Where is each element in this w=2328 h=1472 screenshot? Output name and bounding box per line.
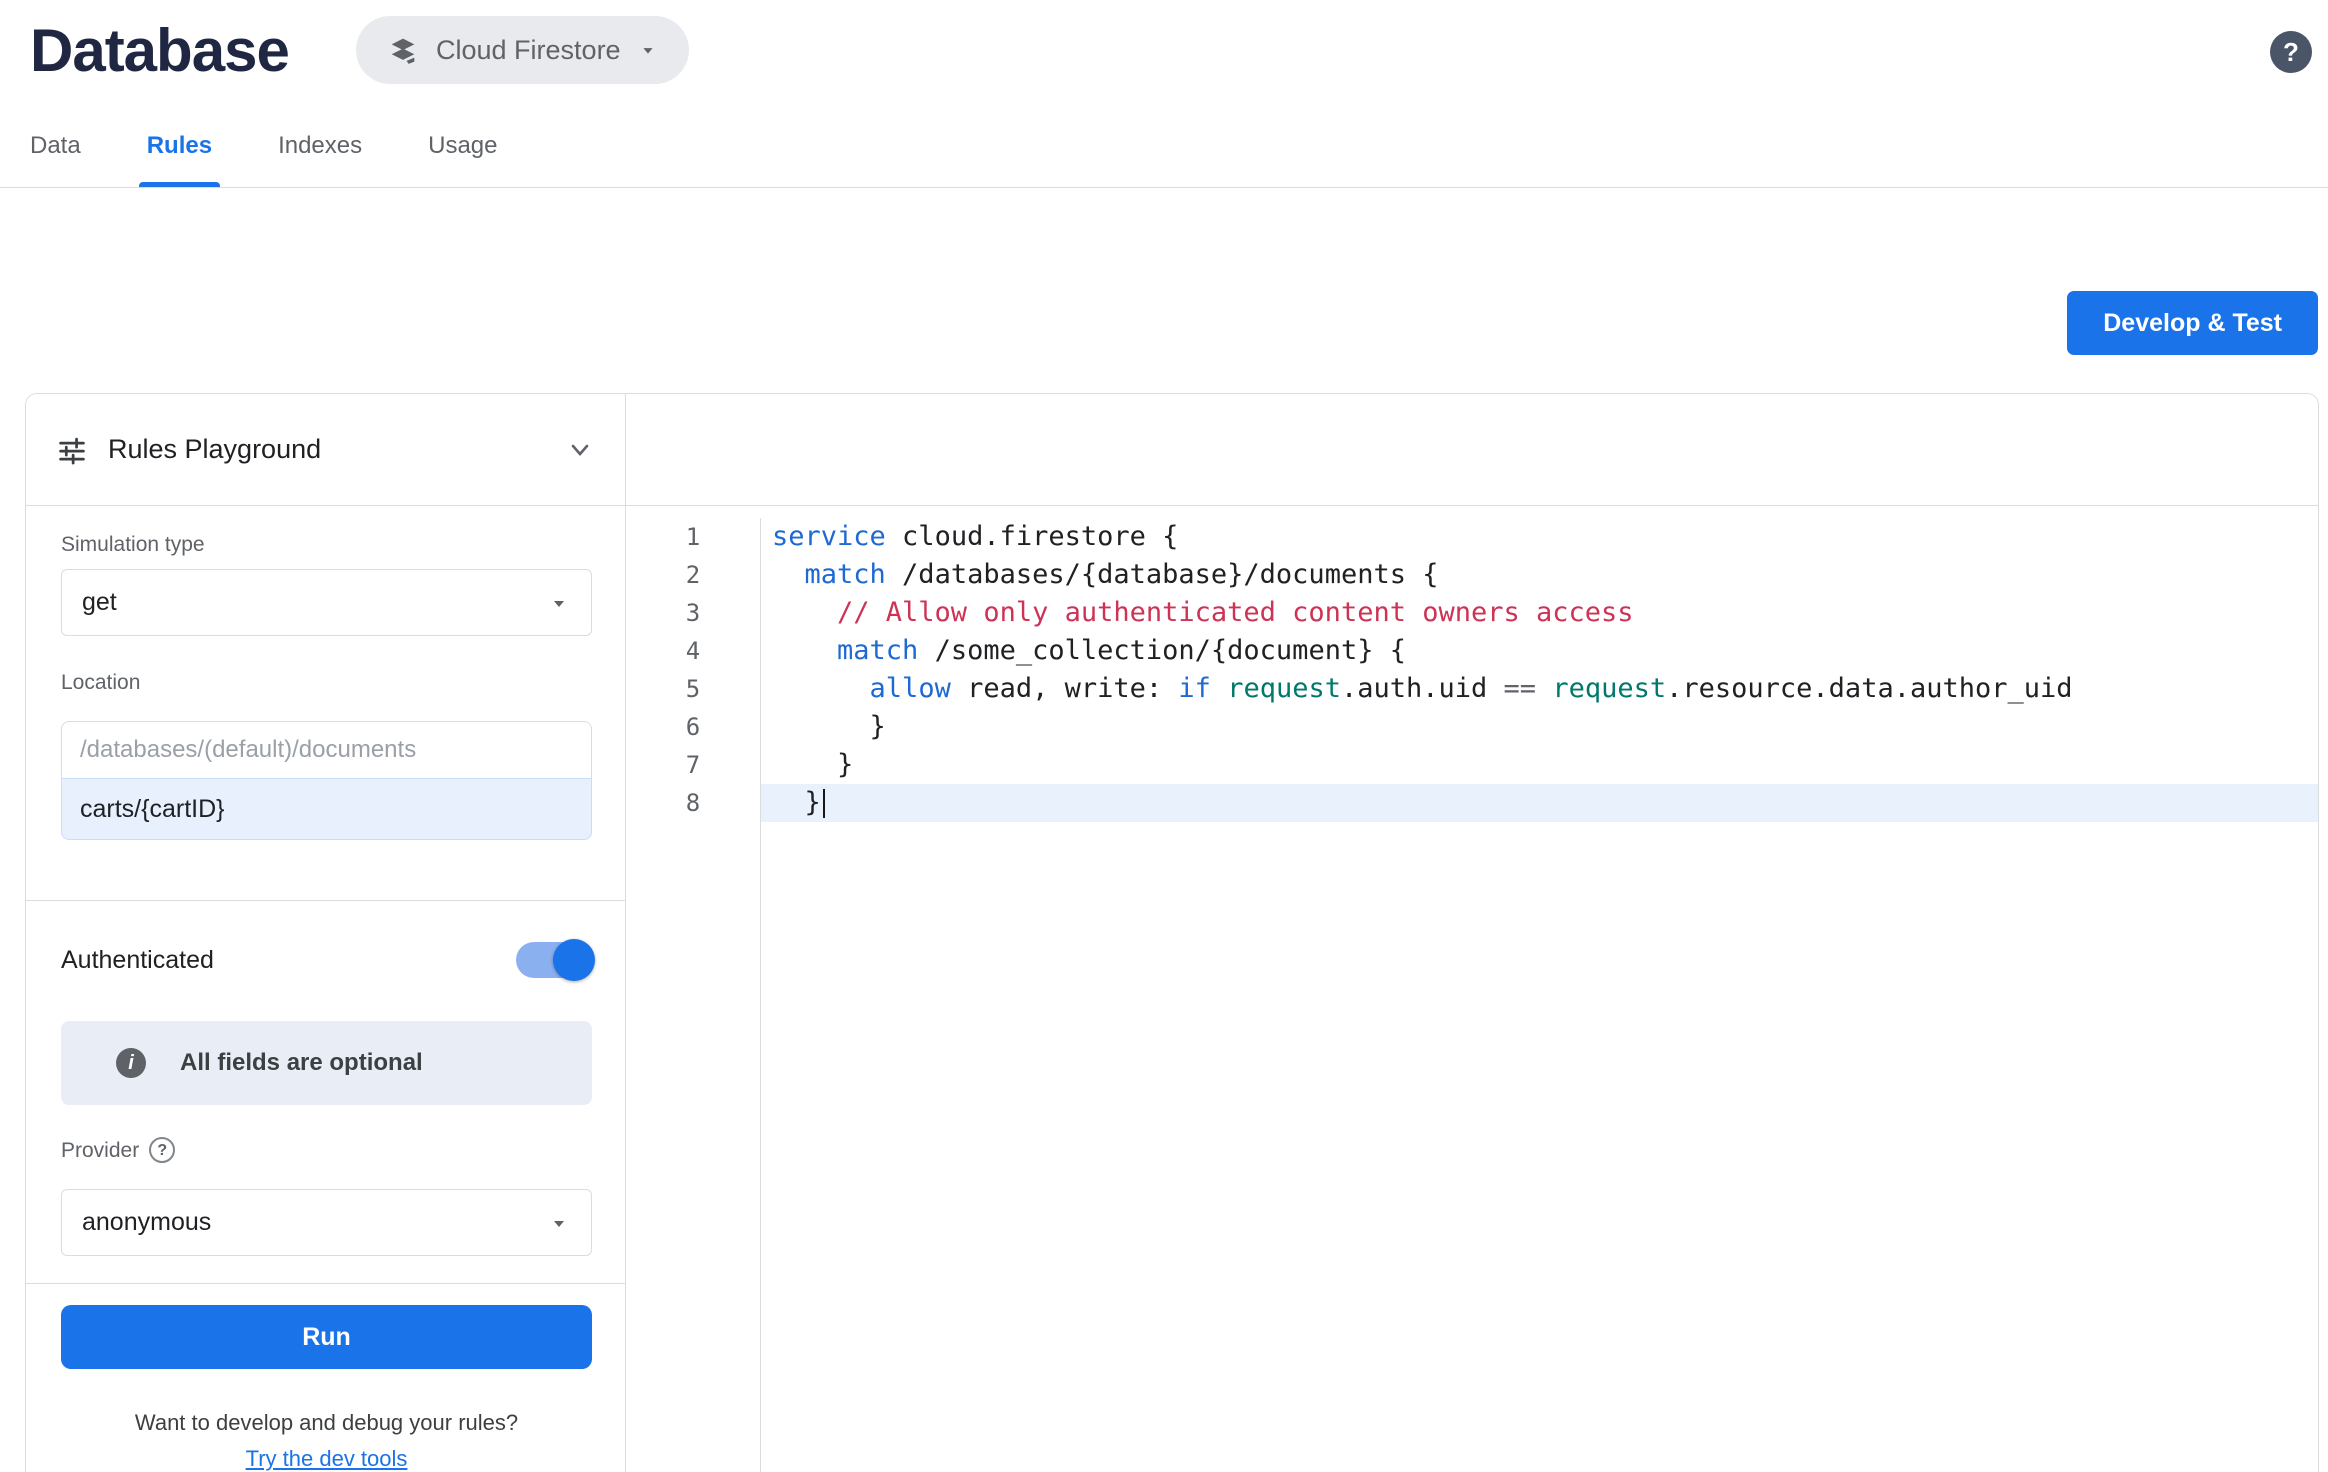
line-number: 4 — [626, 632, 760, 670]
tab-bar-divider — [0, 187, 2328, 188]
location-label: Location — [61, 670, 592, 695]
code-line[interactable]: } — [761, 746, 2318, 784]
provider-value: anonymous — [82, 1208, 211, 1237]
line-number: 3 — [626, 594, 760, 632]
code-line[interactable]: } — [761, 708, 2318, 746]
firestore-database-page: Database Cloud Firestore ? Data Rules In… — [0, 0, 2328, 1472]
product-selector-label: Cloud Firestore — [436, 35, 621, 66]
line-number: 6 — [626, 708, 760, 746]
run-button[interactable]: Run — [61, 1305, 592, 1369]
info-banner-text: All fields are optional — [180, 1049, 423, 1077]
line-number: 8 — [626, 784, 760, 822]
authenticated-row: Authenticated — [61, 941, 592, 979]
rules-playground-header[interactable]: Rules Playground — [26, 394, 625, 506]
provider-help-icon[interactable]: ? — [149, 1137, 175, 1163]
text-cursor — [823, 789, 825, 818]
chevron-down-icon — [637, 39, 659, 61]
editor-toolbar — [626, 394, 2318, 506]
simulation-type-label: Simulation type — [61, 532, 592, 557]
simulation-type-value: get — [82, 588, 117, 617]
dropdown-arrow-icon — [547, 1211, 571, 1235]
line-number: 1 — [626, 518, 760, 556]
tab-indexes[interactable]: Indexes — [278, 132, 362, 187]
tab-usage[interactable]: Usage — [428, 132, 497, 187]
code-line[interactable]: // Allow only authenticated content owne… — [761, 594, 2318, 632]
rules-playground-body: Simulation type get Location /databases/… — [26, 506, 625, 1472]
provider-label-row: Provider ? — [61, 1137, 592, 1163]
location-base-path[interactable]: /databases/(default)/documents — [61, 721, 592, 779]
dropdown-arrow-icon — [547, 591, 571, 615]
firestore-icon — [386, 33, 420, 67]
toggle-knob — [553, 939, 595, 981]
page-title: Database — [30, 16, 289, 85]
code-line[interactable]: match /some_collection/{document} { — [761, 632, 2318, 670]
code-line[interactable]: match /databases/{database}/documents { — [761, 556, 2318, 594]
dev-tools-link[interactable]: Try the dev tools — [246, 1446, 408, 1471]
authenticated-label: Authenticated — [61, 941, 214, 979]
info-banner: i All fields are optional — [61, 1021, 592, 1105]
line-number-gutter: 12345678 — [626, 518, 761, 1472]
sidebar-divider — [26, 1283, 625, 1284]
help-icon[interactable]: ? — [2270, 31, 2312, 73]
code-line[interactable]: } — [761, 784, 2318, 822]
location-input[interactable]: carts/{cartID} — [61, 778, 592, 840]
tab-data[interactable]: Data — [30, 132, 81, 187]
rules-playground-sidebar: Rules Playground Simulation type get Loc… — [26, 394, 626, 1472]
provider-label: Provider — [61, 1138, 139, 1163]
tab-rules[interactable]: Rules — [147, 132, 212, 187]
dev-tools-prompt: Want to develop and debug your rules? — [61, 1409, 592, 1437]
provider-select[interactable]: anonymous — [61, 1189, 592, 1256]
rules-playground-title: Rules Playground — [108, 434, 321, 465]
rules-code-editor: 12345678 service cloud.firestore { match… — [626, 394, 2318, 1472]
code-lines: service cloud.firestore { match /databas… — [761, 518, 2318, 1472]
code-line[interactable]: service cloud.firestore { — [761, 518, 2318, 556]
tune-icon — [56, 434, 88, 466]
sidebar-divider — [26, 900, 625, 901]
rules-panel: Rules Playground Simulation type get Loc… — [25, 393, 2319, 1472]
product-selector[interactable]: Cloud Firestore — [356, 16, 689, 84]
line-number: 2 — [626, 556, 760, 594]
line-number: 7 — [626, 746, 760, 784]
code-line[interactable]: allow read, write: if request.auth.uid =… — [761, 670, 2318, 708]
develop-test-button[interactable]: Develop & Test — [2067, 291, 2318, 355]
authenticated-toggle[interactable] — [516, 942, 592, 978]
chevron-down-icon[interactable] — [565, 435, 595, 465]
code-area[interactable]: 12345678 service cloud.firestore { match… — [626, 506, 2318, 1472]
tab-bar: Data Rules Indexes Usage — [30, 132, 498, 187]
line-number: 5 — [626, 670, 760, 708]
info-icon: i — [116, 1048, 146, 1078]
simulation-type-select[interactable]: get — [61, 569, 592, 636]
